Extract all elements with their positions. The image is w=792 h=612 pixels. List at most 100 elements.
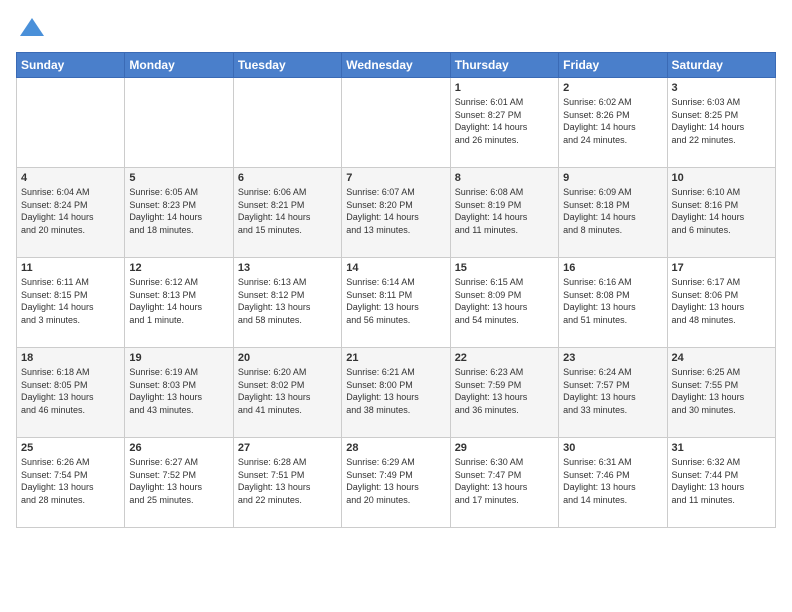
calendar-cell: 11Sunrise: 6:11 AMSunset: 8:15 PMDayligh… bbox=[17, 258, 125, 348]
calendar-header-row: SundayMondayTuesdayWednesdayThursdayFrid… bbox=[17, 53, 776, 78]
day-info: Sunrise: 6:17 AMSunset: 8:06 PMDaylight:… bbox=[672, 276, 771, 326]
day-info: Sunrise: 6:24 AMSunset: 7:57 PMDaylight:… bbox=[563, 366, 662, 416]
calendar-week-4: 18 Sunrise: 6:18 AMSunset: 8:05 PMDayligh… bbox=[17, 348, 776, 438]
day-info: Sunrise: 6:25 AMSunset: 7:55 PMDaylight:… bbox=[672, 366, 771, 416]
calendar-cell: 17 Sunrise: 6:17 AMSunset: 8:06 PMDayligh… bbox=[667, 258, 775, 348]
calendar-cell: 9 Sunrise: 6:09 AMSunset: 8:18 PMDaylight… bbox=[559, 168, 667, 258]
calendar-cell bbox=[233, 78, 341, 168]
weekday-header-saturday: Saturday bbox=[667, 53, 775, 78]
calendar-cell: 19Sunrise: 6:19 AMSunset: 8:03 PMDayligh… bbox=[125, 348, 233, 438]
day-number: 8 bbox=[455, 172, 554, 184]
day-info: Sunrise: 6:05 AMSunset: 8:23 PMDaylight:… bbox=[129, 186, 228, 236]
calendar-cell: 23 Sunrise: 6:24 AMSunset: 7:57 PMDayligh… bbox=[559, 348, 667, 438]
calendar-cell: 10 Sunrise: 6:10 AMSunset: 8:16 PMDayligh… bbox=[667, 168, 775, 258]
calendar-cell: 25 Sunrise: 6:26 AMSunset: 7:54 PMDayligh… bbox=[17, 438, 125, 528]
calendar-table: SundayMondayTuesdayWednesdayThursdayFrid… bbox=[16, 52, 776, 528]
calendar-cell: 28 Sunrise: 6:29 AMSunset: 7:49 PMDayligh… bbox=[342, 438, 450, 528]
day-number: 28 bbox=[346, 442, 445, 454]
day-number: 15 bbox=[455, 262, 554, 274]
day-number: 18 bbox=[21, 352, 120, 364]
weekday-header-friday: Friday bbox=[559, 53, 667, 78]
weekday-header-monday: Monday bbox=[125, 53, 233, 78]
calendar-cell: 31 Sunrise: 6:32 AMSunset: 7:44 PMDayligh… bbox=[667, 438, 775, 528]
day-number: 20 bbox=[238, 352, 337, 364]
day-number: 25 bbox=[21, 442, 120, 454]
day-number: 16 bbox=[563, 262, 662, 274]
day-number: 22 bbox=[455, 352, 554, 364]
calendar-cell: 6Sunrise: 6:06 AMSunset: 8:21 PMDaylight… bbox=[233, 168, 341, 258]
day-info: Sunrise: 6:03 AMSunset: 8:25 PMDaylight:… bbox=[672, 96, 771, 146]
weekday-header-tuesday: Tuesday bbox=[233, 53, 341, 78]
day-number: 13 bbox=[238, 262, 337, 274]
calendar-cell: 15 Sunrise: 6:15 AMSunset: 8:09 PMDayligh… bbox=[450, 258, 558, 348]
day-number: 27 bbox=[238, 442, 337, 454]
calendar-cell: 8 Sunrise: 6:08 AMSunset: 8:19 PMDaylight… bbox=[450, 168, 558, 258]
day-info: Sunrise: 6:01 AMSunset: 8:27 PMDaylight:… bbox=[455, 96, 554, 146]
calendar-cell: 27 Sunrise: 6:28 AMSunset: 7:51 PMDayligh… bbox=[233, 438, 341, 528]
calendar-week-1: 1 Sunrise: 6:01 AMSunset: 8:27 PMDaylight… bbox=[17, 78, 776, 168]
day-info: Sunrise: 6:16 AMSunset: 8:08 PMDaylight:… bbox=[563, 276, 662, 326]
calendar-cell: 3 Sunrise: 6:03 AMSunset: 8:25 PMDaylight… bbox=[667, 78, 775, 168]
day-number: 26 bbox=[129, 442, 228, 454]
day-info: Sunrise: 6:14 AMSunset: 8:11 PMDaylight:… bbox=[346, 276, 445, 326]
day-info: Sunrise: 6:23 AMSunset: 7:59 PMDaylight:… bbox=[455, 366, 554, 416]
day-info: Sunrise: 6:29 AMSunset: 7:49 PMDaylight:… bbox=[346, 456, 445, 506]
day-number: 2 bbox=[563, 82, 662, 94]
calendar-cell: 21Sunrise: 6:21 AMSunset: 8:00 PMDayligh… bbox=[342, 348, 450, 438]
day-info: Sunrise: 6:12 AMSunset: 8:13 PMDaylight:… bbox=[129, 276, 228, 326]
day-number: 17 bbox=[672, 262, 771, 274]
day-number: 4 bbox=[21, 172, 120, 184]
day-info: Sunrise: 6:09 AMSunset: 8:18 PMDaylight:… bbox=[563, 186, 662, 236]
day-info: Sunrise: 6:07 AMSunset: 8:20 PMDaylight:… bbox=[346, 186, 445, 236]
day-info: Sunrise: 6:31 AMSunset: 7:46 PMDaylight:… bbox=[563, 456, 662, 506]
calendar-week-2: 4Sunrise: 6:04 AMSunset: 8:24 PMDaylight… bbox=[17, 168, 776, 258]
day-number: 6 bbox=[238, 172, 337, 184]
calendar-cell: 5 Sunrise: 6:05 AMSunset: 8:23 PMDaylight… bbox=[125, 168, 233, 258]
calendar-cell: 1 Sunrise: 6:01 AMSunset: 8:27 PMDaylight… bbox=[450, 78, 558, 168]
calendar-cell: 20Sunrise: 6:20 AMSunset: 8:02 PMDayligh… bbox=[233, 348, 341, 438]
calendar-cell bbox=[125, 78, 233, 168]
day-info: Sunrise: 6:15 AMSunset: 8:09 PMDaylight:… bbox=[455, 276, 554, 326]
day-number: 1 bbox=[455, 82, 554, 94]
calendar-cell bbox=[342, 78, 450, 168]
day-info: Sunrise: 6:10 AMSunset: 8:16 PMDaylight:… bbox=[672, 186, 771, 236]
day-number: 5 bbox=[129, 172, 228, 184]
calendar-cell bbox=[17, 78, 125, 168]
day-info: Sunrise: 6:28 AMSunset: 7:51 PMDaylight:… bbox=[238, 456, 337, 506]
day-number: 10 bbox=[672, 172, 771, 184]
day-number: 29 bbox=[455, 442, 554, 454]
logo-icon bbox=[18, 16, 46, 40]
day-info: Sunrise: 6:18 AMSunset: 8:05 PMDaylight:… bbox=[21, 366, 120, 416]
calendar-cell: 16 Sunrise: 6:16 AMSunset: 8:08 PMDayligh… bbox=[559, 258, 667, 348]
calendar-cell: 22 Sunrise: 6:23 AMSunset: 7:59 PMDayligh… bbox=[450, 348, 558, 438]
day-number: 31 bbox=[672, 442, 771, 454]
calendar-cell: 4Sunrise: 6:04 AMSunset: 8:24 PMDaylight… bbox=[17, 168, 125, 258]
calendar-cell: 7 Sunrise: 6:07 AMSunset: 8:20 PMDaylight… bbox=[342, 168, 450, 258]
day-number: 3 bbox=[672, 82, 771, 94]
calendar-cell: 30 Sunrise: 6:31 AMSunset: 7:46 PMDayligh… bbox=[559, 438, 667, 528]
calendar-cell: 18 Sunrise: 6:18 AMSunset: 8:05 PMDayligh… bbox=[17, 348, 125, 438]
day-info: Sunrise: 6:26 AMSunset: 7:54 PMDaylight:… bbox=[21, 456, 120, 506]
day-info: Sunrise: 6:08 AMSunset: 8:19 PMDaylight:… bbox=[455, 186, 554, 236]
calendar-cell: 26 Sunrise: 6:27 AMSunset: 7:52 PMDayligh… bbox=[125, 438, 233, 528]
day-info: Sunrise: 6:11 AMSunset: 8:15 PMDaylight:… bbox=[21, 276, 120, 326]
logo bbox=[16, 16, 46, 40]
day-number: 30 bbox=[563, 442, 662, 454]
day-info: Sunrise: 6:21 AMSunset: 8:00 PMDaylight:… bbox=[346, 366, 445, 416]
day-number: 23 bbox=[563, 352, 662, 364]
day-info: Sunrise: 6:30 AMSunset: 7:47 PMDaylight:… bbox=[455, 456, 554, 506]
day-info: Sunrise: 6:27 AMSunset: 7:52 PMDaylight:… bbox=[129, 456, 228, 506]
day-number: 7 bbox=[346, 172, 445, 184]
day-info: Sunrise: 6:13 AMSunset: 8:12 PMDaylight:… bbox=[238, 276, 337, 326]
page-header bbox=[16, 16, 776, 40]
day-number: 12 bbox=[129, 262, 228, 274]
calendar-cell: 24 Sunrise: 6:25 AMSunset: 7:55 PMDayligh… bbox=[667, 348, 775, 438]
day-info: Sunrise: 6:32 AMSunset: 7:44 PMDaylight:… bbox=[672, 456, 771, 506]
weekday-header-thursday: Thursday bbox=[450, 53, 558, 78]
calendar-cell: 12 Sunrise: 6:12 AMSunset: 8:13 PMDayligh… bbox=[125, 258, 233, 348]
day-number: 14 bbox=[346, 262, 445, 274]
day-info: Sunrise: 6:19 AMSunset: 8:03 PMDaylight:… bbox=[129, 366, 228, 416]
day-number: 9 bbox=[563, 172, 662, 184]
weekday-header-wednesday: Wednesday bbox=[342, 53, 450, 78]
day-number: 24 bbox=[672, 352, 771, 364]
